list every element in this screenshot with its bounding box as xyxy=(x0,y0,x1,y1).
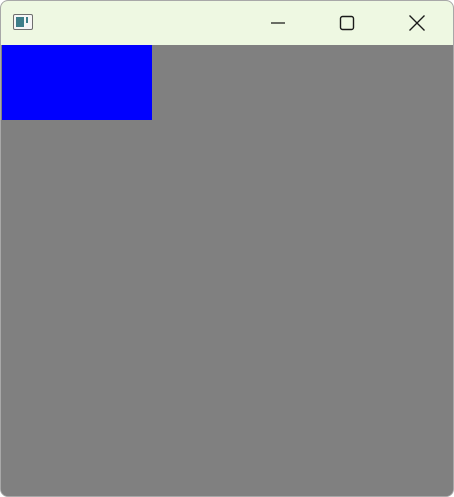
app-window-icon[interactable] xyxy=(13,14,33,30)
app-window xyxy=(0,0,454,497)
drawing-canvas[interactable] xyxy=(1,45,453,496)
maximize-button[interactable] xyxy=(312,1,382,45)
blue-rectangle xyxy=(2,45,152,120)
minimize-icon xyxy=(271,22,285,24)
title-bar[interactable] xyxy=(1,1,453,45)
app-icon-bar xyxy=(26,17,28,23)
maximize-icon xyxy=(339,15,355,31)
minimize-button[interactable] xyxy=(243,1,313,45)
close-button[interactable] xyxy=(382,1,452,45)
app-icon-pane xyxy=(16,17,24,27)
close-icon xyxy=(409,15,425,31)
